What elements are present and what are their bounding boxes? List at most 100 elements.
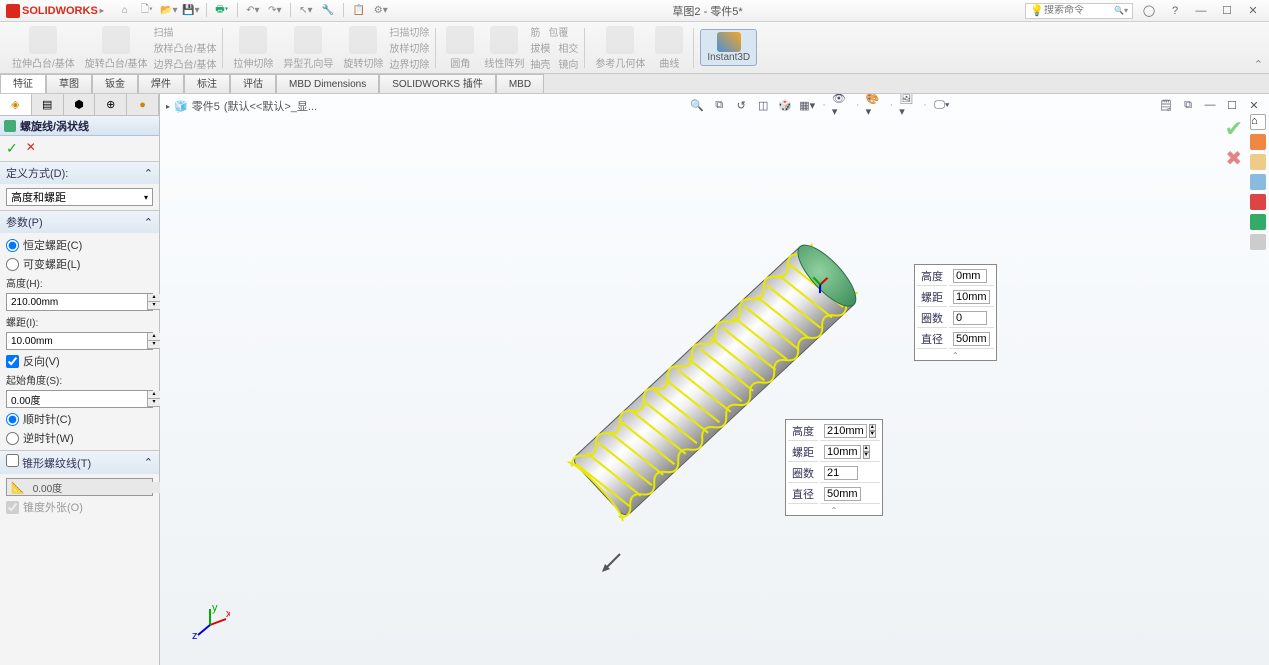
fillet-button[interactable]: 圆角 (442, 26, 478, 70)
constant-pitch-radio[interactable] (6, 239, 19, 252)
revolve-cut-button[interactable]: 旋转切除 (339, 26, 387, 70)
help-icon[interactable]: ? (1165, 3, 1185, 19)
collapse-icon[interactable]: ⌃ (144, 456, 153, 469)
taper-checkbox[interactable] (6, 454, 19, 467)
pitch-input[interactable]: ▴▾ (6, 332, 153, 350)
tab-evaluate[interactable]: 评估 (230, 74, 276, 93)
view-settings-icon[interactable]: 🖵▾ (933, 96, 951, 114)
intersect-button[interactable]: 相交 (558, 40, 578, 55)
display-style-icon[interactable]: ▦▾ (798, 96, 816, 114)
pm-tab-feature[interactable]: ◈ (0, 94, 32, 115)
rebuild-icon[interactable]: 🔧 (319, 3, 337, 19)
collapse-icon[interactable]: ⌃ (144, 167, 153, 180)
home-icon[interactable]: ⌂ (116, 3, 134, 19)
save-icon[interactable]: 💾▾ (182, 3, 200, 19)
definition-section-header[interactable]: 定义方式(D):⌃ (0, 162, 159, 184)
sweep-cut-button[interactable]: 扫描切除 (389, 24, 429, 39)
edit-appearance-icon[interactable]: 🎨▾ (866, 96, 884, 114)
callout-collapse-icon[interactable]: ⌃ (786, 506, 882, 515)
new-icon[interactable]: 🗋▾ (138, 3, 156, 19)
settings-icon[interactable]: ⚙▾ (372, 3, 390, 19)
pm-tab-config[interactable]: ⬢ (64, 94, 96, 115)
height-input[interactable]: ▴▾ (6, 293, 153, 311)
maximize-button[interactable]: ☐ (1217, 3, 1237, 19)
vp-minimize-icon[interactable]: — (1201, 96, 1219, 114)
resources-pane-icon[interactable] (1250, 134, 1266, 150)
loft-cut-button[interactable]: 放样切除 (389, 40, 429, 55)
select-icon[interactable]: ↖▾ (297, 3, 315, 19)
clockwise-radio[interactable] (6, 413, 19, 426)
undo-icon[interactable]: ↶▾ (244, 3, 262, 19)
rib-button[interactable]: 筋 (530, 24, 540, 39)
spin-up-icon[interactable]: ▴ (148, 294, 160, 302)
direction-arrow-icon[interactable] (600, 549, 630, 579)
extrude-boss-button[interactable]: 拉伸凸台/基体 (8, 26, 79, 70)
search-dropdown-icon[interactable]: 🔍▾ (1114, 6, 1128, 15)
search-input[interactable] (1044, 5, 1114, 16)
pm-tab-display[interactable]: ● (127, 94, 159, 115)
spin-down-icon[interactable]: ▾ (148, 302, 160, 310)
start-angle-input[interactable]: ▴▾ (6, 390, 153, 408)
hole-wizard-button[interactable]: 异型孔向导 (279, 26, 337, 70)
callout-collapse-icon[interactable]: ⌃ (915, 351, 996, 360)
callout-end[interactable]: 高度210mm▴▾ 螺距10mm▴▾ 圈数21 直径50mm ⌃ (785, 419, 883, 516)
wrap-button[interactable]: 包覆 (548, 24, 568, 39)
print-icon[interactable]: 🖶▾ (213, 3, 231, 19)
vp-maximize-icon[interactable]: ☐ (1223, 96, 1241, 114)
zoom-area-icon[interactable]: ⧉ (710, 96, 728, 114)
logo-dropdown-icon[interactable]: ▸ (100, 6, 104, 15)
minimize-button[interactable]: — (1191, 3, 1211, 19)
confirm-feature-icon[interactable]: ✔ (1225, 116, 1243, 142)
tab-addins[interactable]: SOLIDWORKS 插件 (379, 74, 496, 93)
vp-print-icon[interactable]: 🗒 (1157, 96, 1175, 114)
redo-icon[interactable]: ↷▾ (266, 3, 284, 19)
user-icon[interactable]: ◯ (1139, 3, 1159, 19)
command-search[interactable]: 💡 🔍▾ (1025, 3, 1133, 19)
breadcrumb[interactable]: ▸ 🧊 零件5 (默认<<默认>_显... (166, 98, 317, 114)
spin-down-icon[interactable]: ▾ (148, 341, 160, 349)
hide-show-icon[interactable]: 👁▾ (832, 96, 850, 114)
extrude-cut-button[interactable]: 拉伸切除 (229, 26, 277, 70)
pm-tab-properties[interactable]: ▤ (32, 94, 64, 115)
revolve-boss-button[interactable]: 旋转凸台/基体 (81, 26, 152, 70)
open-icon[interactable]: 📂▾ (160, 3, 178, 19)
zoom-fit-icon[interactable]: 🔍 (688, 96, 706, 114)
file-explorer-icon[interactable] (1250, 174, 1266, 190)
tab-annotations[interactable]: 标注 (184, 74, 230, 93)
mirror-button[interactable]: 镜向 (558, 56, 578, 71)
tab-sketch[interactable]: 草图 (46, 74, 92, 93)
cancel-button[interactable]: ✕ (26, 140, 36, 157)
custom-props-icon[interactable] (1250, 234, 1266, 250)
curves-button[interactable]: 曲线 (651, 26, 687, 70)
tab-features[interactable]: 特征 (0, 74, 46, 93)
counterclockwise-radio[interactable] (6, 432, 19, 445)
sweep-button[interactable]: 扫描 (154, 24, 217, 39)
design-library-icon[interactable] (1250, 154, 1266, 170)
close-button[interactable]: ✕ (1243, 3, 1263, 19)
spin-up-icon[interactable]: ▴ (148, 333, 160, 341)
reverse-checkbox[interactable] (6, 355, 19, 368)
callout-start[interactable]: 高度0mm 螺距10mm 圈数0 直径50mm ⌃ (914, 264, 997, 361)
tab-weldments[interactable]: 焊件 (138, 74, 184, 93)
linear-pattern-button[interactable]: 线性阵列 (480, 26, 528, 70)
instant3d-button[interactable]: Instant3D (700, 29, 757, 66)
boundary-boss-button[interactable]: 边界凸台/基体 (154, 56, 217, 71)
tab-sheetmetal[interactable]: 钣金 (92, 74, 138, 93)
variable-pitch-radio[interactable] (6, 258, 19, 271)
appearances-pane-icon[interactable] (1250, 214, 1266, 230)
spin-down-icon[interactable]: ▾ (148, 399, 160, 407)
apply-scene-icon[interactable]: 🖼▾ (899, 96, 917, 114)
cancel-feature-icon[interactable]: ✖ (1225, 146, 1242, 171)
shell-button[interactable]: 抽壳 (530, 56, 550, 71)
ribbon-collapse-icon[interactable]: ⌃ (1254, 58, 1263, 71)
home-pane-icon[interactable]: ⌂ (1250, 114, 1266, 130)
params-section-header[interactable]: 参数(P)⌃ (0, 211, 159, 233)
accept-button[interactable]: ✓ (6, 140, 18, 157)
definition-method-combo[interactable]: 高度和螺距▾ (6, 188, 153, 206)
previous-view-icon[interactable]: ↺ (732, 96, 750, 114)
options-icon[interactable]: 📋 (350, 3, 368, 19)
view-orientation-icon[interactable]: 🎲 (776, 96, 794, 114)
boundary-cut-button[interactable]: 边界切除 (389, 56, 429, 71)
tab-mbd-dim[interactable]: MBD Dimensions (276, 74, 379, 93)
section-view-icon[interactable]: ◫ (754, 96, 772, 114)
